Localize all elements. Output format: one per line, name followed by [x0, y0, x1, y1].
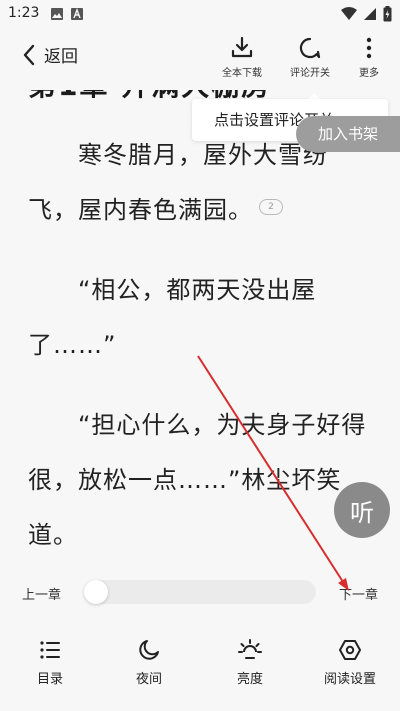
moon-icon: [139, 640, 159, 660]
status-notifications: [50, 7, 84, 21]
status-time: 1:23: [8, 5, 40, 21]
hexagon-settings-icon: [339, 640, 361, 660]
status-system-icons: [341, 6, 392, 22]
more-label: 更多: [359, 68, 379, 79]
add-to-shelf-button[interactable]: 加入书架: [296, 116, 400, 152]
back-label: 返回: [44, 47, 78, 67]
paragraph-line: 很，放松一点……”林尘坏笑: [28, 466, 342, 494]
toc-label: 目录: [36, 672, 63, 687]
night-mode-label: 夜间: [135, 672, 162, 687]
paragraph-line: “担心什么，为夫身子好得: [28, 411, 367, 439]
paragraph[interactable]: “担心什么，为夫身子好得 很，放松一点……”林尘坏笑 道。: [28, 398, 373, 550]
reading-settings-label: 阅读设置: [323, 672, 376, 687]
prev-chapter-button[interactable]: 上一章: [22, 584, 61, 603]
listen-button[interactable]: 听: [334, 482, 390, 538]
battery-charging-icon: [383, 6, 392, 22]
more-button[interactable]: 更多: [357, 36, 381, 79]
download-all-label: 全本下载: [222, 68, 262, 79]
paragraph-line: 了……”: [28, 331, 117, 359]
paragraph[interactable]: “相公，都两天没出屋 了……”: [28, 263, 373, 373]
status-bar: 1:23: [0, 0, 400, 28]
app-notification-icon: [71, 8, 83, 20]
paragraph-line: “相公，都两天没出屋: [28, 276, 317, 304]
paragraph-line-text: 飞，屋内春色满园。: [28, 196, 253, 224]
signal-icon: [364, 8, 376, 20]
reading-settings-button[interactable]: 阅读设置: [310, 638, 390, 687]
paragraph-line: 飞，屋内春色满园。 2: [28, 183, 373, 238]
next-chapter-button[interactable]: 下一章: [339, 584, 378, 603]
brightness-button[interactable]: 亮度: [210, 638, 290, 687]
chevron-left-icon: [23, 44, 35, 65]
download-all-button[interactable]: 全本下载: [222, 36, 262, 79]
back-button[interactable]: 返回: [22, 42, 78, 67]
list-icon: [40, 641, 60, 659]
top-toolbar: 返回 全本下载 评论开关 更多: [0, 28, 400, 90]
chapter-progress-slider[interactable]: [84, 580, 316, 604]
brightness-label: 亮度: [236, 672, 263, 687]
night-mode-button[interactable]: 夜间: [109, 638, 189, 687]
table-of-contents-button[interactable]: 目录: [10, 638, 90, 687]
download-icon: [231, 36, 253, 58]
wifi-icon: [341, 7, 357, 20]
comment-bubble-icon: [299, 37, 321, 59]
paragraph-line: 道。: [28, 521, 78, 549]
image-notification-icon: [51, 8, 63, 20]
comment-count-badge[interactable]: 2: [259, 199, 283, 215]
comment-toggle-button[interactable]: 评论开关: [290, 36, 330, 79]
comment-toggle-label: 评论开关: [290, 68, 330, 79]
more-vertical-icon: [366, 37, 372, 59]
bottom-panel: 上一章 下一章 目录 夜间 亮度 阅读设置: [0, 550, 400, 711]
sun-icon: [238, 639, 262, 659]
progress-slider-knob[interactable]: [84, 580, 108, 604]
